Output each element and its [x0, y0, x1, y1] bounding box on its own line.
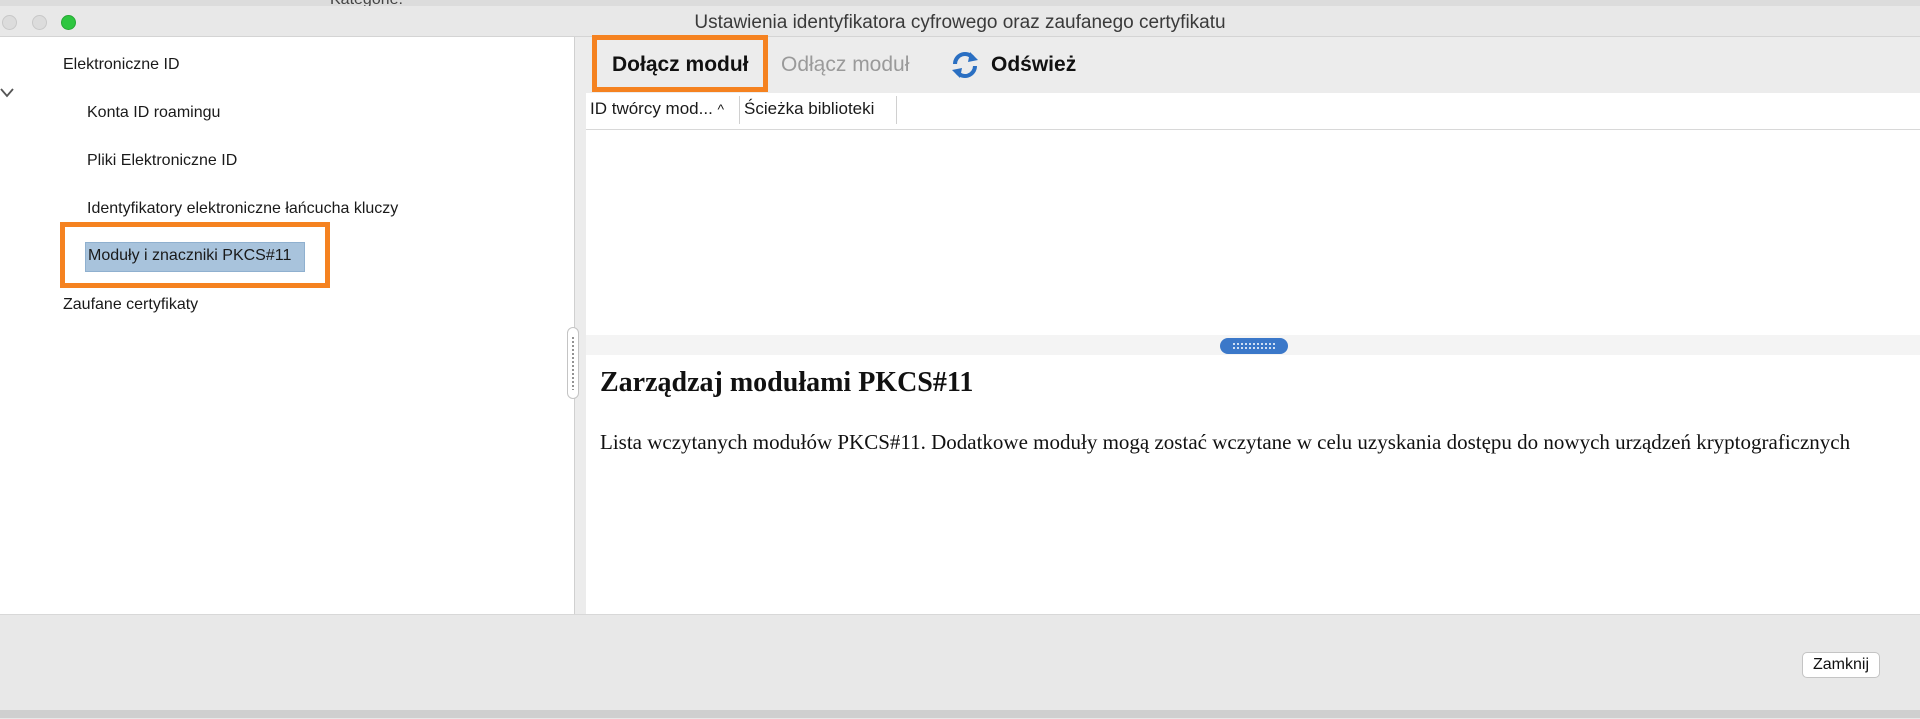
vertical-splitter-handle[interactable]: [567, 327, 579, 399]
main-content: ID twórcy mod... ^ Ścieżka biblioteki Za…: [586, 93, 1920, 614]
sidebar-item-id-files[interactable]: Pliki Elektroniczne ID: [87, 152, 237, 170]
column-header-module-creator-id[interactable]: ID twórcy mod... ^: [590, 99, 724, 119]
chevron-down-icon[interactable]: [0, 85, 14, 99]
sidebar-item-pkcs11-modules[interactable]: Moduły i znaczniki PKCS#11: [85, 242, 305, 272]
sidebar-item-trusted-certificates[interactable]: Zaufane certyfikaty: [63, 296, 198, 314]
refresh-icon[interactable]: [950, 50, 980, 80]
sidebar: Elektroniczne ID Konta ID roamingu Pliki…: [0, 37, 579, 614]
sort-ascending-icon: ^: [717, 101, 725, 117]
sidebar-item-keychain-ids[interactable]: Identyfikatory elektroniczne łańcucha kl…: [87, 200, 398, 218]
column-header-library-path[interactable]: Ścieżka biblioteki: [744, 99, 874, 119]
refresh-button[interactable]: Odśwież: [991, 53, 1076, 77]
attach-module-button[interactable]: Dołącz moduł: [612, 53, 749, 77]
footer: Zamknij: [0, 614, 1920, 719]
horizontal-splitter-handle[interactable]: [1220, 338, 1288, 354]
sidebar-item-electronic-id[interactable]: Elektroniczne ID: [63, 56, 180, 74]
title-bar: Ustawienia identyfikatora cyfrowego oraz…: [0, 6, 1920, 37]
table-header: ID twórcy mod... ^ Ścieżka biblioteki: [586, 93, 1920, 130]
window-title: Ustawienia identyfikatora cyfrowego oraz…: [694, 12, 1226, 33]
module-list[interactable]: [586, 130, 1920, 335]
toolbar: Dołącz moduł Odłącz moduł Odśwież: [586, 37, 1920, 93]
detach-module-button[interactable]: Odłącz moduł: [781, 53, 909, 77]
bottom-edge: [0, 710, 1920, 718]
close-button[interactable]: Zamknij: [1802, 652, 1881, 678]
description-title: Zarządzaj modułami PKCS#11: [600, 367, 974, 398]
sidebar-item-roaming-id-accounts[interactable]: Konta ID roamingu: [87, 104, 220, 122]
settings-window: Ustawienia identyfikatora cyfrowego oraz…: [0, 6, 1920, 719]
column-label: ID twórcy mod...: [590, 99, 713, 118]
description-text: Lista wczytanych modułów PKCS#11. Dodatk…: [600, 430, 1851, 454]
